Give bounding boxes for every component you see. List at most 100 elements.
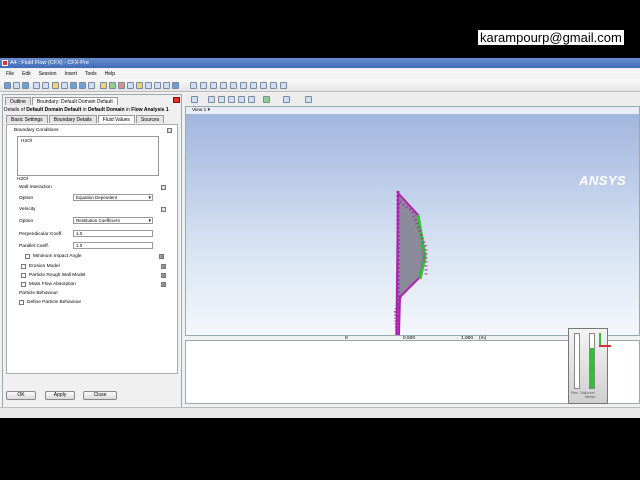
parallel-coeff-label: Parallel Coeff. — [19, 244, 50, 249]
rotate-icon[interactable] — [208, 96, 215, 103]
level-meter — [589, 333, 595, 389]
solver-control-icon[interactable] — [190, 82, 197, 89]
expand-icon[interactable]: ⊞ — [161, 264, 166, 269]
redo-icon[interactable] — [79, 82, 86, 89]
reaction-icon[interactable] — [154, 82, 161, 89]
sub-tabs: Basic Settings Boundary Details Fluid Va… — [6, 115, 165, 123]
source-point-icon[interactable] — [127, 82, 134, 89]
expand-icon[interactable]: ⊞ — [159, 254, 164, 259]
wall-option-label: Option — [19, 196, 34, 201]
transient-icon[interactable] — [240, 82, 247, 89]
close-button[interactable]: Close — [83, 391, 117, 400]
perpendicular-coeff-label: Perpendicular Coeff. — [19, 232, 63, 237]
details-header: Details of Default Domain Default in Def… — [4, 107, 169, 113]
fluid-list[interactable]: H2Ol — [17, 136, 159, 176]
output-control-icon[interactable] — [200, 82, 207, 89]
expand-icon[interactable]: ⊞ — [161, 282, 166, 287]
list-item[interactable]: H2Ol — [21, 139, 32, 144]
material-icon[interactable] — [145, 82, 152, 89]
copy-icon[interactable] — [61, 82, 68, 89]
app-icon — [2, 60, 8, 66]
collapse-icon[interactable]: □ — [161, 207, 166, 212]
coord-frame-icon[interactable] — [260, 82, 267, 89]
title-bar: A4 : Fluid Flow (CFX) - CFX-Pre — [0, 58, 640, 68]
variable-icon[interactable] — [270, 82, 277, 89]
geometry-view[interactable] — [186, 107, 640, 336]
details-panel: Outline Boundary: Default Domain Default… — [2, 94, 182, 418]
write-solver-icon[interactable] — [172, 82, 179, 89]
perpendicular-coeff-field[interactable]: 1.0 — [73, 230, 153, 237]
wall-option-select[interactable]: Equation Dependent — [73, 194, 153, 201]
expand-icon[interactable]: ⊞ — [161, 273, 166, 278]
tab-outline[interactable]: Outline — [5, 97, 31, 105]
ok-button[interactable]: OK — [6, 391, 36, 400]
close-tab-icon[interactable] — [173, 97, 180, 103]
cut-icon[interactable] — [52, 82, 59, 89]
subdomain-icon[interactable] — [118, 82, 125, 89]
boundary-conditions-label: Boundary Conditions — [14, 128, 59, 133]
wall-interaction-label: Wall Interaction — [19, 185, 52, 190]
min-impact-checkbox[interactable] — [25, 254, 30, 259]
mass-flow-label: Mass Flow Absorption — [29, 282, 76, 287]
fluid-domain-body[interactable] — [395, 190, 426, 336]
zoom-fit-icon[interactable] — [248, 96, 255, 103]
export-icon[interactable] — [42, 82, 49, 89]
collapse-icon[interactable]: □ — [167, 128, 172, 133]
pick-icon[interactable] — [191, 96, 198, 103]
menu-file[interactable]: File — [2, 71, 18, 77]
monitor-icon[interactable] — [210, 82, 217, 89]
email-overlay: karampourp@gmail.com — [478, 30, 624, 45]
tab-sources[interactable]: Sources — [135, 115, 165, 123]
mass-flow-checkbox[interactable] — [21, 282, 26, 287]
layout-icon[interactable] — [283, 96, 290, 103]
tab-boundary[interactable]: Boundary: Default Domain Default — [31, 97, 118, 105]
menu-edit[interactable]: Edit — [18, 71, 35, 77]
rough-wall-checkbox[interactable] — [21, 273, 26, 278]
mesh-adapt-icon[interactable] — [230, 82, 237, 89]
fluid-values-form: Boundary Conditions □ H2Ol H2Ol Wall Int… — [6, 124, 178, 374]
expert-params-icon[interactable] — [250, 82, 257, 89]
domain-icon[interactable] — [100, 82, 107, 89]
import-icon[interactable] — [33, 82, 40, 89]
undo-icon[interactable] — [70, 82, 77, 89]
menu-tools[interactable]: Tools — [81, 71, 101, 77]
tab-boundary-details[interactable]: Boundary Details — [48, 115, 97, 123]
execution-control-icon[interactable] — [220, 82, 227, 89]
new-icon[interactable] — [4, 82, 11, 89]
apply-button[interactable]: Apply — [45, 391, 75, 400]
ansys-logo: ANSYS — [579, 173, 627, 188]
paste-icon[interactable] — [88, 82, 95, 89]
define-particle-checkbox[interactable] — [19, 300, 24, 305]
open-icon[interactable] — [13, 82, 20, 89]
menu-session[interactable]: Session — [35, 71, 61, 77]
panel-tabs: Outline Boundary: Default Domain Default — [5, 97, 119, 105]
collapse-icon[interactable]: □ — [161, 185, 166, 190]
axis-icon[interactable] — [305, 96, 312, 103]
level-meter-fill — [590, 348, 594, 388]
define-particle-label: Define Particle Behaviour — [27, 300, 82, 305]
axis-x-icon — [599, 345, 611, 347]
tab-fluid-values[interactable]: Fluid Values — [97, 115, 135, 123]
zoom-box-icon[interactable] — [238, 96, 245, 103]
render-icon[interactable] — [263, 96, 270, 103]
velocity-label: Velocity — [19, 207, 36, 212]
pan-icon[interactable] — [218, 96, 225, 103]
selected-fluid-header: H2Ol — [17, 177, 28, 182]
user-routine-icon[interactable] — [280, 82, 287, 89]
rec-vol-meter — [574, 333, 580, 389]
expression-icon[interactable] — [163, 82, 170, 89]
parallel-coeff-field[interactable]: 1.0 — [73, 242, 153, 249]
zoom-icon[interactable] — [228, 96, 235, 103]
velocity-option-label: Option — [19, 219, 34, 224]
3d-viewport[interactable]: View 1 ▾ ANSYS — [185, 106, 640, 336]
particle-behaviour-label: Particle Behaviour — [19, 291, 58, 296]
tab-basic-settings[interactable]: Basic Settings — [6, 115, 48, 123]
boundary-icon[interactable] — [109, 82, 116, 89]
menu-insert[interactable]: Insert — [60, 71, 81, 77]
erosion-checkbox[interactable] — [21, 264, 26, 269]
save-icon[interactable] — [22, 82, 29, 89]
menu-help[interactable]: Help — [101, 71, 119, 77]
interface-icon[interactable] — [136, 82, 143, 89]
velocity-option-select[interactable]: Restitution Coefficient — [73, 217, 153, 224]
menu-bar: File Edit Session Insert Tools Help — [0, 69, 640, 78]
